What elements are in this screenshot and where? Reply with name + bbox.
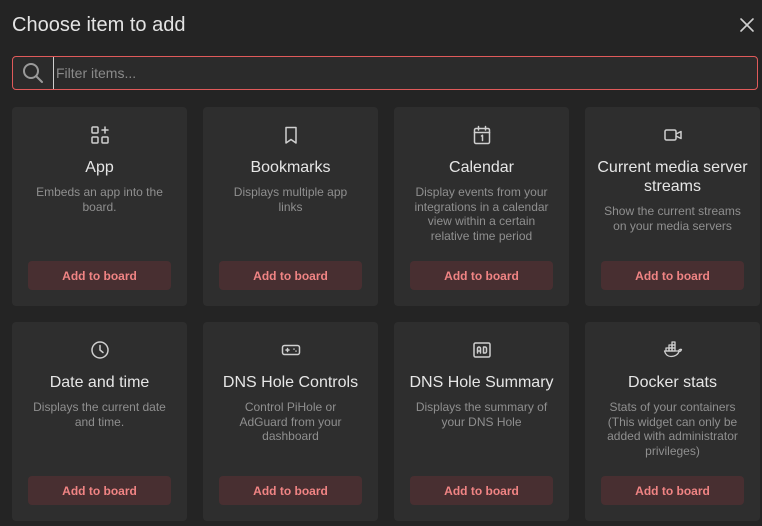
video-camera-icon (662, 124, 684, 146)
widget-description: Control PiHole or AdGuard from your dash… (239, 400, 342, 443)
widget-grid: App Embeds an app into the board. Add to… (12, 107, 760, 521)
widget-title: DNS Hole Summary (409, 374, 554, 391)
add-to-board-button[interactable]: Add to board (601, 476, 744, 505)
widget-title: DNS Hole Controls (222, 374, 359, 391)
widget-card-bookmarks: Bookmarks Displays multiple app links Ad… (203, 107, 378, 306)
widget-description: Displays multiple app links (233, 185, 348, 214)
add-to-board-button[interactable]: Add to board (28, 261, 171, 290)
widget-add-icon (89, 124, 111, 146)
widget-title: Date and time (49, 374, 150, 391)
docker-icon (662, 339, 684, 361)
calendar-icon (471, 124, 493, 146)
widget-description: Displays the current date and time. (33, 400, 166, 429)
widget-title: App (85, 159, 114, 176)
add-to-board-button[interactable]: Add to board (601, 261, 744, 290)
widget-description: Embeds an app into the board. (36, 185, 163, 214)
search-input[interactable] (53, 57, 749, 89)
search-box[interactable] (12, 56, 758, 90)
modal-title: Choose item to add (12, 14, 186, 36)
widget-title: Bookmarks (250, 159, 331, 176)
clock-icon (89, 339, 111, 361)
widget-card-calendar: Calendar Display events from your integr… (394, 107, 569, 306)
widget-card-app: App Embeds an app into the board. Add to… (12, 107, 187, 306)
widget-description: Displays the summary of your DNS Hole (415, 400, 548, 429)
widget-description: Stats of your containers (This widget ca… (607, 400, 738, 458)
widget-card-media-streams: Current media server streams Show the cu… (585, 107, 760, 306)
widget-card-dns-hole-controls: DNS Hole Controls Control PiHole or AdGu… (203, 322, 378, 521)
widget-title: Docker stats (628, 374, 717, 391)
widget-card-date-time: Date and time Displays the current date … (12, 322, 187, 521)
ad-icon (471, 339, 493, 361)
add-to-board-button[interactable]: Add to board (410, 476, 553, 505)
search-icon (21, 61, 45, 85)
add-to-board-button[interactable]: Add to board (28, 476, 171, 505)
bookmark-icon (280, 124, 302, 146)
widget-title: Current media server streams (597, 159, 748, 195)
add-to-board-button[interactable]: Add to board (410, 261, 553, 290)
widget-title: Calendar (449, 159, 514, 176)
close-icon (739, 17, 755, 33)
add-to-board-button[interactable]: Add to board (219, 476, 362, 505)
widget-card-docker-stats: Docker stats Stats of your containers (T… (585, 322, 760, 521)
widget-description: Display events from your integrations in… (414, 185, 549, 243)
gamepad-icon (280, 339, 302, 361)
close-button[interactable] (736, 14, 758, 36)
add-to-board-button[interactable]: Add to board (219, 261, 362, 290)
widget-description: Show the current streams on your media s… (604, 204, 741, 233)
widget-card-dns-hole-summary: DNS Hole Summary Displays the summary of… (394, 322, 569, 521)
